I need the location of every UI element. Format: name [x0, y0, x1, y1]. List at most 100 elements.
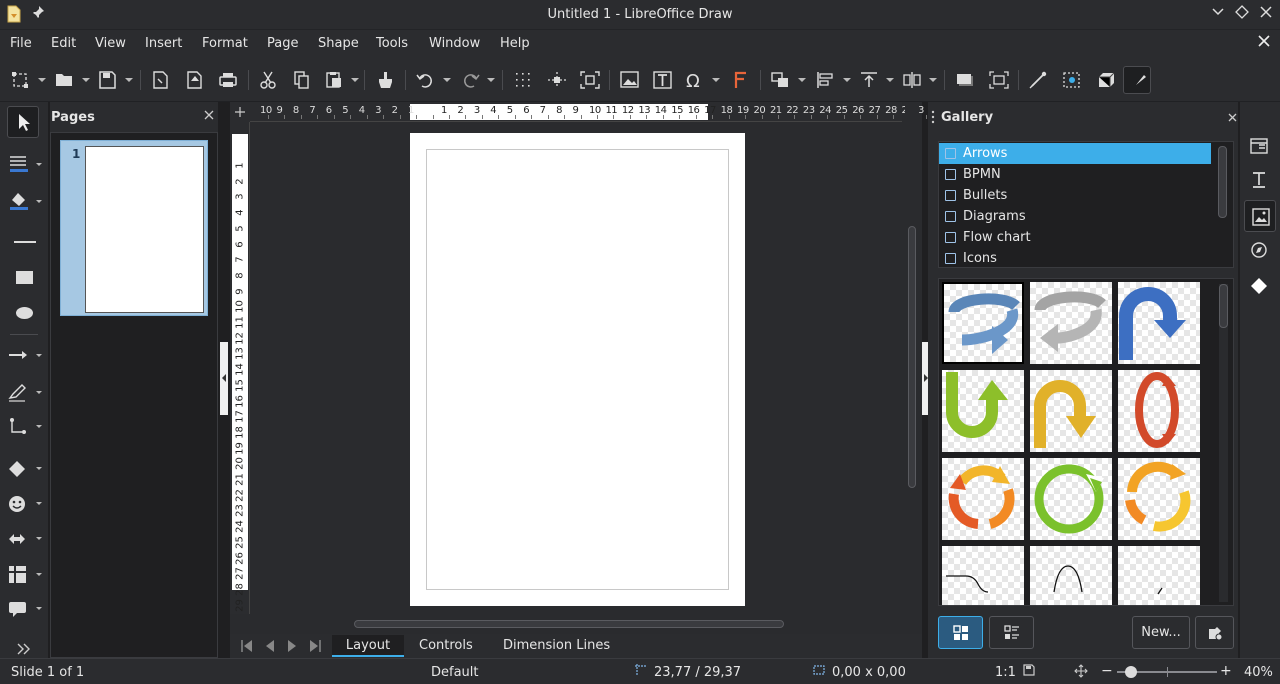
- gallery-item-curved-arrow-blue[interactable]: [942, 282, 1024, 364]
- callouts-tool[interactable]: [8, 600, 44, 620]
- menu-help[interactable]: Help: [500, 36, 530, 51]
- zoom-slider[interactable]: [1117, 666, 1217, 678]
- save-button[interactable]: [93, 66, 121, 94]
- special-character-button[interactable]: Ω: [680, 66, 708, 94]
- open-button[interactable]: [50, 66, 78, 94]
- flowchart-tool[interactable]: [8, 565, 44, 585]
- zoom-in-icon[interactable]: +: [1220, 663, 1232, 679]
- theme-list-scrollbar-thumb[interactable]: [1218, 146, 1227, 218]
- gallery-item-u-arrow-green[interactable]: [942, 370, 1024, 452]
- fontwork-button[interactable]: [726, 66, 754, 94]
- gallery-item-circle-arrow-green[interactable]: [1030, 458, 1112, 540]
- menu-view[interactable]: View: [95, 36, 126, 51]
- shadow-button[interactable]: [950, 66, 978, 94]
- more-tools-icon[interactable]: [16, 642, 32, 656]
- transformations-button[interactable]: [766, 66, 794, 94]
- ellipse-tool[interactable]: [16, 307, 33, 319]
- gallery-theme-diagrams[interactable]: Diagrams: [939, 206, 1211, 227]
- fit-slide-icon[interactable]: [1074, 664, 1088, 678]
- gallery-tab-icon[interactable]: [1244, 200, 1276, 232]
- drawing-page[interactable]: [410, 133, 745, 606]
- zoom-out-icon[interactable]: −: [1101, 663, 1113, 679]
- gallery-theme-icons[interactable]: Icons: [939, 248, 1211, 269]
- distribute-button[interactable]: [897, 66, 925, 94]
- horizontal-scrollbar[interactable]: [230, 616, 902, 630]
- show-draw-functions-button[interactable]: [1123, 66, 1151, 94]
- print-button[interactable]: [213, 66, 241, 94]
- arrow-line-tool[interactable]: [8, 348, 44, 362]
- close-pages-panel-icon[interactable]: [204, 109, 216, 121]
- gallery-theme-bullets[interactable]: Bullets: [939, 185, 1211, 206]
- rectangle-tool[interactable]: [16, 271, 33, 284]
- new-theme-button[interactable]: New...: [1132, 616, 1190, 649]
- minimize-icon[interactable]: [1208, 5, 1228, 25]
- gallery-items-scrollbar-thumb[interactable]: [1219, 284, 1228, 328]
- theme-properties-button[interactable]: [1195, 616, 1234, 649]
- paste-button[interactable]: [320, 66, 348, 94]
- icon-view-button[interactable]: [938, 616, 983, 649]
- toggle-extrusion-button[interactable]: [1091, 66, 1119, 94]
- connector-tool[interactable]: [8, 416, 44, 438]
- vertical-scrollbar[interactable]: [905, 102, 919, 614]
- close-window-icon[interactable]: [1256, 5, 1276, 25]
- horizontal-ruler[interactable]: 10 9 8 7 6 5 4 3 2 1 1 2 3 4 5 6 7 8 9 10 11 12 13 14 15 16 17 18 19…: [250, 102, 927, 122]
- zoom-slider-handle[interactable]: [1125, 666, 1137, 678]
- gallery-item-curve-line-2[interactable]: [1030, 546, 1112, 605]
- tab-controls[interactable]: Controls: [419, 635, 473, 657]
- tab-dimension-lines[interactable]: Dimension Lines: [503, 635, 610, 657]
- gallery-theme-arrows[interactable]: Arrows: [939, 143, 1211, 164]
- fill-color-tool[interactable]: [8, 190, 44, 212]
- menu-insert[interactable]: Insert: [145, 36, 182, 51]
- horizontal-scrollbar-thumb[interactable]: [354, 620, 784, 628]
- document-modified-icon[interactable]: [1023, 664, 1035, 676]
- gallery-item-curved-arrow-gray[interactable]: [1030, 282, 1112, 364]
- cut-button[interactable]: [254, 66, 282, 94]
- symbol-shapes-tool[interactable]: [8, 495, 44, 513]
- basic-shapes-tool[interactable]: [8, 460, 44, 478]
- close-gallery-icon[interactable]: [1228, 111, 1238, 122]
- crop-button[interactable]: [984, 66, 1012, 94]
- gallery-item-circular-arrows-red[interactable]: [1118, 370, 1200, 452]
- gallery-item-curve-line-3[interactable]: [1118, 546, 1200, 605]
- detailed-view-button[interactable]: [989, 616, 1034, 649]
- helplines-button[interactable]: [542, 66, 570, 94]
- menu-shape[interactable]: Shape: [318, 36, 359, 51]
- undo-button[interactable]: [411, 66, 439, 94]
- grid-button[interactable]: [509, 66, 537, 94]
- menu-format[interactable]: Format: [202, 36, 248, 51]
- gallery-item-recycle-orange[interactable]: [942, 458, 1024, 540]
- menu-edit[interactable]: Edit: [51, 36, 76, 51]
- gallery-item-recycle-yellow[interactable]: [1118, 458, 1200, 540]
- block-arrows-tool[interactable]: [8, 531, 44, 547]
- gallery-theme-flow-chart[interactable]: Flow chart: [939, 227, 1211, 248]
- line-tool[interactable]: [14, 241, 36, 243]
- menu-window[interactable]: Window: [429, 36, 480, 51]
- insert-image-button[interactable]: [615, 66, 643, 94]
- glue-points-button[interactable]: [1057, 66, 1085, 94]
- export-button[interactable]: [146, 66, 174, 94]
- page-thumbnail-1[interactable]: 1: [60, 140, 208, 316]
- curve-tool[interactable]: [8, 382, 44, 402]
- maximize-icon[interactable]: [1232, 5, 1252, 25]
- zoom-page-button[interactable]: [575, 66, 603, 94]
- gallery-item-n-arrow-yellow[interactable]: [1030, 370, 1112, 452]
- panel-grip-icon[interactable]: [931, 110, 935, 124]
- menu-file[interactable]: File: [10, 36, 32, 51]
- gallery-item-curve-line-1[interactable]: [942, 546, 1024, 605]
- line-color-tool[interactable]: [8, 154, 44, 174]
- gallery-theme-list[interactable]: Arrows BPMN Bullets Diagrams Flow chart …: [938, 141, 1234, 268]
- points-button[interactable]: [1024, 66, 1052, 94]
- pages-splitter-handle[interactable]: [220, 342, 228, 415]
- vertical-scrollbar-thumb[interactable]: [908, 226, 916, 488]
- insert-textbox-button[interactable]: [648, 66, 676, 94]
- styles-tab-icon[interactable]: [1249, 170, 1271, 192]
- master-page-name[interactable]: Default: [431, 665, 479, 680]
- navigator-tab-icon[interactable]: [1249, 240, 1271, 262]
- select-tool[interactable]: [7, 106, 39, 138]
- arrange-button[interactable]: [854, 66, 882, 94]
- redo-button[interactable]: [455, 66, 483, 94]
- shapes-tab-icon[interactable]: [1249, 276, 1271, 298]
- properties-tab-icon[interactable]: [1249, 136, 1271, 158]
- tab-layout[interactable]: Layout: [332, 635, 404, 657]
- zoom-level[interactable]: 40%: [1244, 665, 1273, 680]
